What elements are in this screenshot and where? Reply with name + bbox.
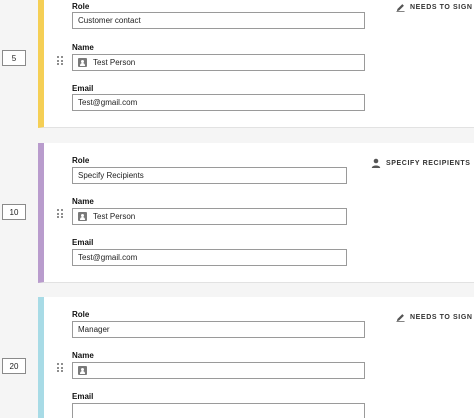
- role-input[interactable]: Customer contact: [72, 12, 365, 29]
- pen-icon: [396, 4, 405, 12]
- role-label: Role: [72, 2, 90, 11]
- email-label: Email: [72, 392, 94, 401]
- action-dropdown[interactable]: NEEDS TO SIGN ▼: [396, 3, 474, 12]
- name-input[interactable]: Test Person: [72, 208, 347, 225]
- recipient-card: Role Manager Name Email NEEDS TO SIGN ▼: [38, 297, 474, 418]
- name-input[interactable]: Test Person: [72, 54, 365, 71]
- recipient-order-input[interactable]: 10: [2, 204, 26, 220]
- drag-handle-icon[interactable]: [57, 209, 65, 218]
- recipient-order-input[interactable]: 20: [2, 358, 26, 374]
- name-label: Name: [72, 43, 94, 52]
- contact-icon[interactable]: [78, 212, 87, 221]
- name-value: Test Person: [93, 58, 136, 67]
- action-label: NEEDS TO SIGN: [410, 4, 473, 11]
- role-label: Role: [72, 310, 90, 319]
- name-value: Test Person: [93, 212, 136, 221]
- role-input[interactable]: Manager: [72, 321, 365, 338]
- person-icon: [371, 158, 381, 168]
- role-label: Role: [72, 156, 90, 165]
- action-label: SPECIFY RECIPIENTS: [386, 159, 471, 167]
- drag-handle-icon[interactable]: [57, 363, 65, 372]
- name-input[interactable]: [72, 362, 365, 379]
- drag-handle-icon[interactable]: [57, 56, 65, 65]
- recipient-card: Role Customer contact Name Test Person E…: [38, 0, 474, 128]
- contact-icon[interactable]: [78, 58, 87, 67]
- email-input[interactable]: [72, 403, 365, 418]
- email-label: Email: [72, 238, 94, 247]
- action-dropdown[interactable]: NEEDS TO SIGN ▼: [396, 313, 474, 322]
- email-input[interactable]: Test@gmail.com: [72, 94, 365, 111]
- role-input[interactable]: Specify Recipients: [72, 167, 347, 184]
- pen-icon: [396, 314, 405, 322]
- name-label: Name: [72, 351, 94, 360]
- recipient-order-input[interactable]: 5: [2, 50, 26, 66]
- action-dropdown[interactable]: SPECIFY RECIPIENTS ▼: [371, 158, 474, 168]
- contact-icon[interactable]: [78, 366, 87, 375]
- action-label: NEEDS TO SIGN: [410, 314, 473, 321]
- email-input[interactable]: Test@gmail.com: [72, 249, 347, 266]
- name-label: Name: [72, 197, 94, 206]
- email-label: Email: [72, 84, 94, 93]
- recipient-card: Role Specify Recipients Name Test Person…: [38, 143, 474, 283]
